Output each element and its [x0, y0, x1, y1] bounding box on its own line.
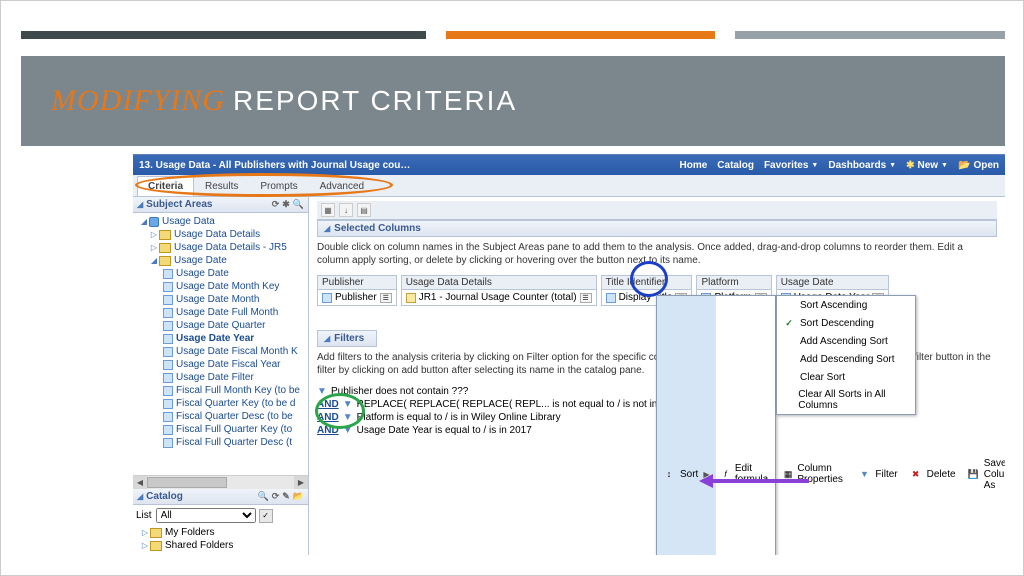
- shared-folders[interactable]: Shared Folders: [165, 540, 233, 551]
- menu-sort[interactable]: ↕Sort▶: [657, 296, 716, 555]
- tab-advanced[interactable]: Advanced: [309, 176, 375, 196]
- col-group-header: Title Identifier: [602, 276, 692, 290]
- subject-areas-header[interactable]: ◢Subject Areas ⟳✱🔍: [133, 197, 308, 213]
- col-item[interactable]: JR1 - Journal Usage Counter (total)☰: [402, 290, 596, 305]
- col-group-header: Usage Data Details: [402, 276, 596, 290]
- nav-open[interactable]: 📂Open: [958, 160, 999, 171]
- tab-prompts[interactable]: Prompts: [249, 176, 308, 196]
- menu-add-asc[interactable]: Add Ascending Sort: [777, 332, 915, 350]
- app-window: 13. Usage Data - All Publishers with Jou…: [133, 154, 1005, 554]
- menu-add-desc[interactable]: Add Descending Sort: [777, 350, 915, 368]
- funnel-icon: ▼: [343, 400, 353, 410]
- col-menu-icon[interactable]: ☰: [380, 293, 392, 303]
- slide-title: MODIFYING REPORT CRITERIA: [21, 56, 1005, 146]
- my-folders[interactable]: My Folders: [165, 527, 214, 538]
- menu-clear-sort[interactable]: Clear Sort: [777, 368, 915, 386]
- funnel-icon: ▼: [317, 387, 327, 397]
- col-group-header: Publisher: [318, 276, 396, 290]
- col-menu-icon[interactable]: ☰: [580, 293, 592, 303]
- selected-columns-header[interactable]: ◢Selected Columns: [317, 220, 997, 237]
- tree-scrollbar[interactable]: ◀▶: [133, 475, 308, 489]
- app-header: 13. Usage Data - All Publishers with Jou…: [133, 155, 1005, 175]
- nav-dashboards[interactable]: Dashboards▼: [828, 160, 896, 171]
- menu-sort-asc[interactable]: Sort Ascending: [777, 296, 915, 314]
- catalog-list-select[interactable]: All: [156, 508, 256, 523]
- catalog-go-button[interactable]: ✓: [259, 509, 273, 523]
- col-group-header: Platform: [697, 276, 770, 290]
- filters-header[interactable]: ◢Filters: [317, 330, 377, 347]
- funnel-icon: ▼: [343, 426, 353, 436]
- nav-favorites[interactable]: Favorites▼: [764, 160, 818, 171]
- toolbar-btn[interactable]: ▦: [321, 203, 335, 217]
- toolbar-btn[interactable]: ↓: [339, 203, 353, 217]
- tab-criteria[interactable]: Criteria: [137, 176, 194, 196]
- column-context-menu: ↕Sort▶ 𝑓Edit formula ▦Column Properties …: [656, 295, 776, 555]
- col-item[interactable]: Publisher☰: [318, 290, 396, 305]
- nav-catalog[interactable]: Catalog: [717, 160, 754, 171]
- nav-new[interactable]: ✱New▼: [906, 160, 948, 171]
- nav-home[interactable]: Home: [679, 160, 707, 171]
- menu-save-as[interactable]: 💾Save Column As: [962, 296, 1005, 555]
- subject-areas-tree[interactable]: ◢Usage Data ▷Usage Data Details ▷Usage D…: [133, 213, 308, 475]
- tab-bar: Criteria Results Prompts Advanced: [133, 175, 1005, 197]
- list-label: List: [136, 510, 152, 521]
- toolbar-btn[interactable]: ▤: [357, 203, 371, 217]
- report-title: 13. Usage Data - All Publishers with Jou…: [139, 160, 679, 171]
- selected-columns-help: Double click on column names in the Subj…: [317, 241, 997, 267]
- tab-results[interactable]: Results: [194, 176, 249, 196]
- catalog-header[interactable]: ◢Catalog 🔍⟳✎📂: [133, 489, 308, 505]
- menu-sort-desc[interactable]: ✓Sort Descending: [777, 314, 915, 332]
- menu-edit-formula[interactable]: 𝑓Edit formula: [716, 296, 778, 555]
- col-group-header: Usage Date: [777, 276, 889, 290]
- funnel-icon: ▼: [343, 413, 353, 423]
- menu-clear-all[interactable]: Clear All Sorts in All Columns: [777, 386, 915, 414]
- criteria-toolbar: ▦ ↓ ▤: [317, 201, 997, 220]
- sort-submenu: Sort Ascending ✓Sort Descending Add Asce…: [776, 295, 916, 415]
